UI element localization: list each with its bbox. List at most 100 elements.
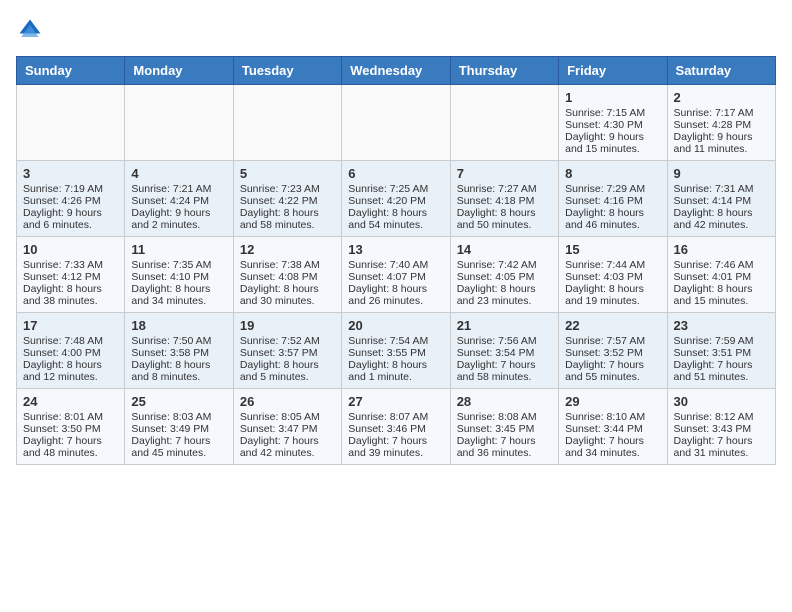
- daylight-text: Daylight: 7 hours and 42 minutes.: [240, 435, 335, 459]
- day-number: 11: [131, 242, 226, 257]
- daylight-text: Daylight: 8 hours and 30 minutes.: [240, 283, 335, 307]
- sunset-text: Sunset: 3:50 PM: [23, 423, 118, 435]
- sunrise-text: Sunrise: 7:35 AM: [131, 259, 226, 271]
- day-number: 22: [565, 318, 660, 333]
- day-number: 21: [457, 318, 552, 333]
- calendar-cell: 4Sunrise: 7:21 AMSunset: 4:24 PMDaylight…: [125, 161, 233, 237]
- calendar-week-row: 24Sunrise: 8:01 AMSunset: 3:50 PMDayligh…: [17, 389, 776, 465]
- sunrise-text: Sunrise: 7:40 AM: [348, 259, 443, 271]
- calendar-cell: 20 Sunrise: 7:54 AMSunset: 3:55 PMDayligh…: [342, 313, 450, 389]
- calendar-cell: 5Sunrise: 7:23 AMSunset: 4:22 PMDaylight…: [233, 161, 341, 237]
- daylight-text: Daylight: 7 hours and 45 minutes.: [131, 435, 226, 459]
- sunrise-text: Sunrise: 8:01 AM: [23, 411, 118, 423]
- calendar-cell: [233, 85, 341, 161]
- daylight-text: Daylight: 8 hours and 12 minutes.: [23, 359, 118, 383]
- sunrise-text: Sunrise: 7:52 AM: [240, 335, 335, 347]
- daylight-text: Daylight: 9 hours and 2 minutes.: [131, 207, 226, 231]
- calendar-week-row: 1Sunrise: 7:15 AMSunset: 4:30 PMDaylight…: [17, 85, 776, 161]
- calendar-cell: 12Sunrise: 7:38 AMSunset: 4:08 PMDayligh…: [233, 237, 341, 313]
- calendar-cell: 2Sunrise: 7:17 AMSunset: 4:28 PMDaylight…: [667, 85, 775, 161]
- calendar-cell: 6Sunrise: 7:25 AMSunset: 4:20 PMDaylight…: [342, 161, 450, 237]
- sunrise-text: Sunrise: 7:33 AM: [23, 259, 118, 271]
- weekday-header: Friday: [559, 57, 667, 85]
- sunset-text: Sunset: 4:18 PM: [457, 195, 552, 207]
- sunset-text: Sunset: 4:00 PM: [23, 347, 118, 359]
- day-number: 6: [348, 166, 443, 181]
- sunset-text: Sunset: 3:58 PM: [131, 347, 226, 359]
- calendar-cell: 26Sunrise: 8:05 AMSunset: 3:47 PMDayligh…: [233, 389, 341, 465]
- day-number: 17: [23, 318, 118, 333]
- daylight-text: Daylight: 7 hours and 39 minutes.: [348, 435, 443, 459]
- day-number: 28: [457, 394, 552, 409]
- daylight-text: Daylight: 8 hours and 19 minutes.: [565, 283, 660, 307]
- weekday-header: Saturday: [667, 57, 775, 85]
- daylight-text: Daylight: 9 hours and 15 minutes.: [565, 131, 660, 155]
- daylight-text: Daylight: 8 hours and 38 minutes.: [23, 283, 118, 307]
- daylight-text: Daylight: 8 hours and 23 minutes.: [457, 283, 552, 307]
- calendar-cell: 19Sunrise: 7:52 AMSunset: 3:57 PMDayligh…: [233, 313, 341, 389]
- sunrise-text: Sunrise: 7:50 AM: [131, 335, 226, 347]
- sunrise-text: Sunrise: 7:54 AM: [348, 335, 443, 347]
- sunset-text: Sunset: 4:28 PM: [674, 119, 769, 131]
- sunset-text: Sunset: 3:44 PM: [565, 423, 660, 435]
- calendar-cell: 28Sunrise: 8:08 AMSunset: 3:45 PMDayligh…: [450, 389, 558, 465]
- logo: [16, 16, 48, 44]
- daylight-text: Daylight: 8 hours and 26 minutes.: [348, 283, 443, 307]
- daylight-text: Daylight: 8 hours and 8 minutes.: [131, 359, 226, 383]
- day-number: 23: [674, 318, 769, 333]
- calendar-cell: 14Sunrise: 7:42 AMSunset: 4:05 PMDayligh…: [450, 237, 558, 313]
- day-number: 9: [674, 166, 769, 181]
- sunset-text: Sunset: 3:55 PM: [348, 347, 443, 359]
- sunrise-text: Sunrise: 8:10 AM: [565, 411, 660, 423]
- sunset-text: Sunset: 3:47 PM: [240, 423, 335, 435]
- day-number: 16: [674, 242, 769, 257]
- weekday-header: Monday: [125, 57, 233, 85]
- sunset-text: Sunset: 3:51 PM: [674, 347, 769, 359]
- sunrise-text: Sunrise: 7:57 AM: [565, 335, 660, 347]
- daylight-text: Daylight: 8 hours and 5 minutes.: [240, 359, 335, 383]
- calendar-cell: [17, 85, 125, 161]
- daylight-text: Daylight: 7 hours and 55 minutes.: [565, 359, 660, 383]
- sunset-text: Sunset: 4:30 PM: [565, 119, 660, 131]
- calendar-cell: 27Sunrise: 8:07 AMSunset: 3:46 PMDayligh…: [342, 389, 450, 465]
- sunrise-text: Sunrise: 7:17 AM: [674, 107, 769, 119]
- sunset-text: Sunset: 4:08 PM: [240, 271, 335, 283]
- sunrise-text: Sunrise: 7:15 AM: [565, 107, 660, 119]
- calendar-cell: 9Sunrise: 7:31 AMSunset: 4:14 PMDaylight…: [667, 161, 775, 237]
- daylight-text: Daylight: 7 hours and 48 minutes.: [23, 435, 118, 459]
- daylight-text: Daylight: 9 hours and 11 minutes.: [674, 131, 769, 155]
- sunrise-text: Sunrise: 7:42 AM: [457, 259, 552, 271]
- daylight-text: Daylight: 7 hours and 34 minutes.: [565, 435, 660, 459]
- daylight-text: Daylight: 7 hours and 36 minutes.: [457, 435, 552, 459]
- day-number: 25: [131, 394, 226, 409]
- calendar-cell: 18Sunrise: 7:50 AMSunset: 3:58 PMDayligh…: [125, 313, 233, 389]
- sunset-text: Sunset: 3:43 PM: [674, 423, 769, 435]
- daylight-text: Daylight: 7 hours and 31 minutes.: [674, 435, 769, 459]
- calendar-cell: 13Sunrise: 7:40 AMSunset: 4:07 PMDayligh…: [342, 237, 450, 313]
- day-number: 20: [348, 318, 443, 333]
- daylight-text: Daylight: 8 hours and 34 minutes.: [131, 283, 226, 307]
- calendar-cell: 11 Sunrise: 7:35 AMSunset: 4:10 PMDayligh…: [125, 237, 233, 313]
- sunset-text: Sunset: 4:22 PM: [240, 195, 335, 207]
- calendar-cell: 21Sunrise: 7:56 AMSunset: 3:54 PMDayligh…: [450, 313, 558, 389]
- sunset-text: Sunset: 4:10 PM: [131, 271, 226, 283]
- weekday-header-row: SundayMondayTuesdayWednesdayThursdayFrid…: [17, 57, 776, 85]
- sunset-text: Sunset: 4:07 PM: [348, 271, 443, 283]
- day-number: 3: [23, 166, 118, 181]
- calendar-cell: 16Sunrise: 7:46 AMSunset: 4:01 PMDayligh…: [667, 237, 775, 313]
- sunrise-text: Sunrise: 8:12 AM: [674, 411, 769, 423]
- calendar-cell: 10Sunrise: 7:33 AMSunset: 4:12 PMDayligh…: [17, 237, 125, 313]
- daylight-text: Daylight: 8 hours and 15 minutes.: [674, 283, 769, 307]
- day-number: 10: [23, 242, 118, 257]
- sunrise-text: Sunrise: 8:05 AM: [240, 411, 335, 423]
- sunset-text: Sunset: 4:14 PM: [674, 195, 769, 207]
- calendar-cell: 23Sunrise: 7:59 AMSunset: 3:51 PMDayligh…: [667, 313, 775, 389]
- daylight-text: Daylight: 7 hours and 51 minutes.: [674, 359, 769, 383]
- sunset-text: Sunset: 3:49 PM: [131, 423, 226, 435]
- daylight-text: Daylight: 8 hours and 1 minute.: [348, 359, 443, 383]
- sunset-text: Sunset: 4:05 PM: [457, 271, 552, 283]
- sunrise-text: Sunrise: 7:38 AM: [240, 259, 335, 271]
- sunset-text: Sunset: 3:57 PM: [240, 347, 335, 359]
- sunrise-text: Sunrise: 7:23 AM: [240, 183, 335, 195]
- sunrise-text: Sunrise: 7:25 AM: [348, 183, 443, 195]
